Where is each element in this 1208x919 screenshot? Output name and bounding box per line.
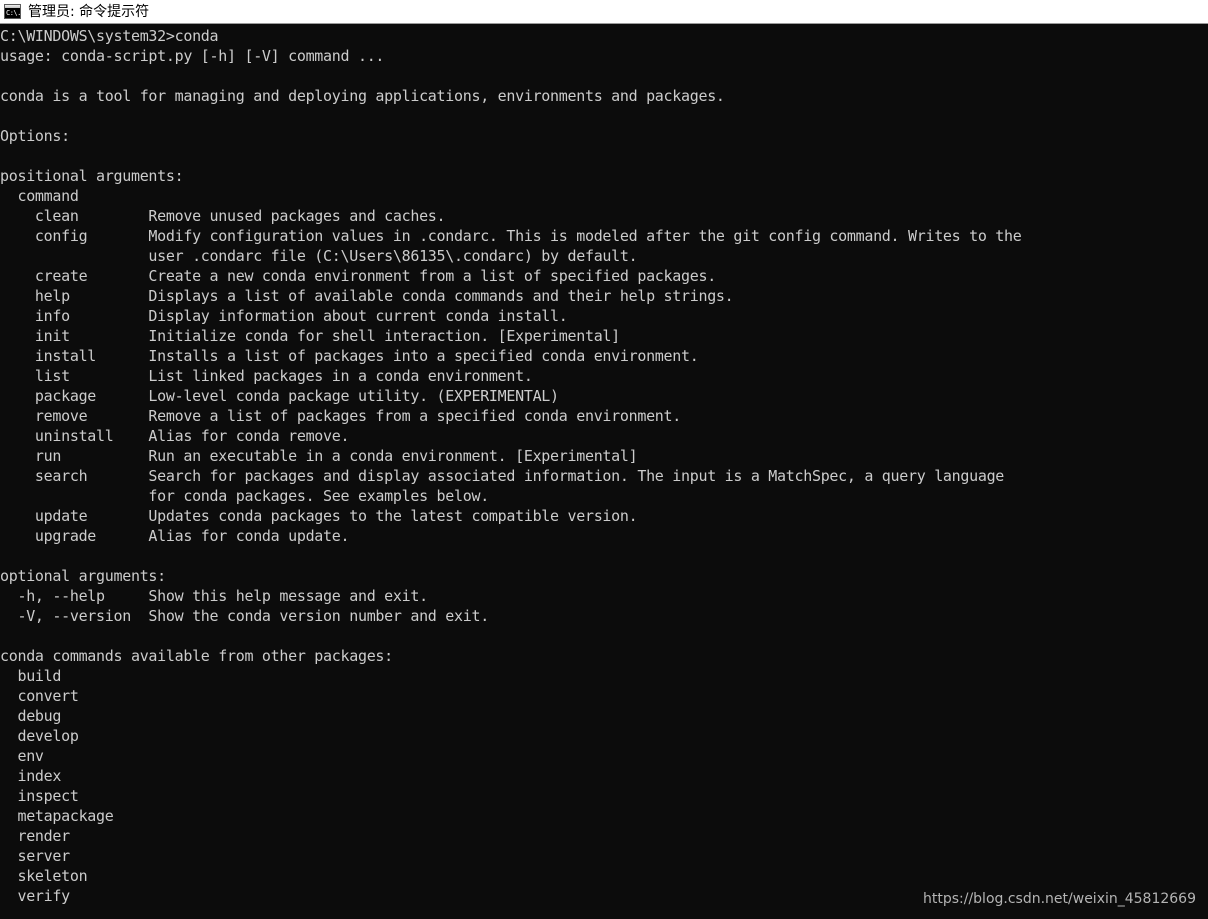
console-output: C:\WINDOWS\system32>conda usage: conda-s… (0, 27, 1022, 905)
command-prompt-icon[interactable]: C:\. (4, 4, 21, 19)
terminal-screen[interactable]: C:\WINDOWS\system32>conda usage: conda-s… (0, 24, 1208, 919)
icon-screen-text: C:\. (5, 8, 20, 18)
window-title-label: 管理员: 命令提示符 (28, 3, 150, 20)
watermark-label: https://blog.csdn.net/weixin_45812669 (922, 891, 1196, 907)
window-title-bar[interactable]: C:\. 管理员: 命令提示符 (0, 0, 1208, 24)
